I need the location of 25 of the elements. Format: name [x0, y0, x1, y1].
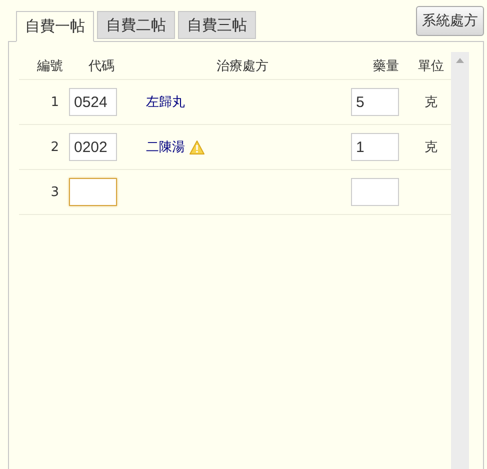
dose-field[interactable]: 1: [351, 133, 399, 161]
column-header: 單位: [417, 58, 445, 74]
code-field[interactable]: 0202: [69, 133, 117, 161]
unit-label: 克: [424, 94, 438, 111]
row-number: 1: [50, 94, 60, 110]
row-number: 2: [50, 140, 60, 154]
code-field[interactable]: [69, 178, 117, 206]
tab[interactable]: 自費一帖: [16, 11, 94, 42]
prescription-name: 二陳湯: [146, 139, 185, 156]
column-header: 治療處方: [216, 58, 270, 74]
unit-label: 克: [424, 139, 438, 156]
warning-icon: [189, 140, 205, 154]
row-number: 3: [50, 184, 60, 200]
code-field[interactable]: 0524: [69, 88, 117, 116]
scroll-up-icon[interactable]: [456, 58, 464, 63]
system-prescription-button[interactable]: 系統處方: [416, 6, 484, 36]
dose-field[interactable]: [351, 178, 399, 206]
column-header: 編號: [36, 58, 64, 74]
tab[interactable]: 自費三帖: [178, 11, 256, 39]
tab[interactable]: 自費二帖: [97, 11, 175, 39]
column-header: 藥量: [372, 58, 400, 74]
column-header: 代碼: [88, 58, 116, 74]
prescription-name: 左歸丸: [146, 94, 185, 111]
scrollbar[interactable]: [451, 52, 469, 469]
dose-field[interactable]: 5: [351, 88, 399, 116]
